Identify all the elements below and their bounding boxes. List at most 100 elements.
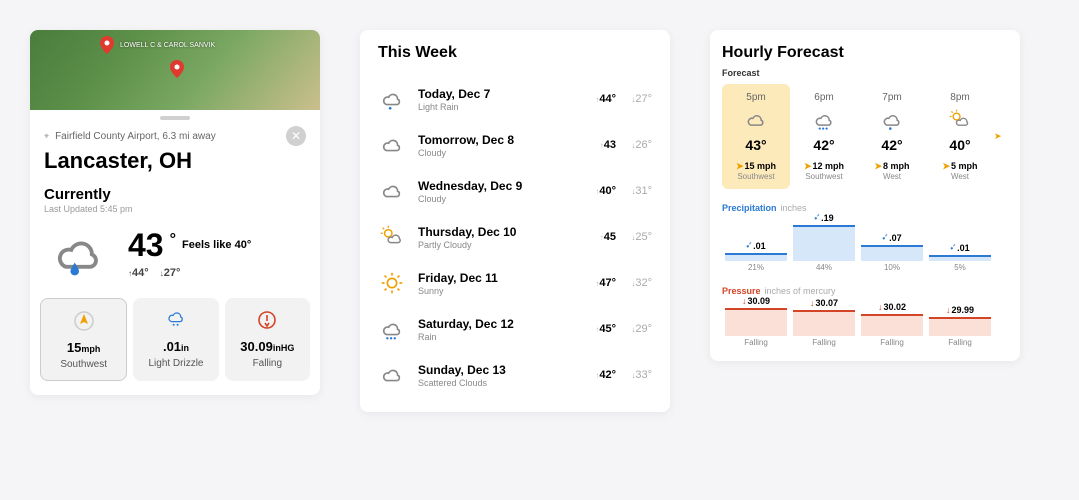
close-button[interactable]: ✕ (286, 126, 306, 146)
precip-pct: 5% (926, 263, 994, 272)
current-temp: 43 (128, 229, 164, 261)
last-updated: Last Updated 5:45 pm (30, 203, 320, 224)
precip-pct: 44% (790, 263, 858, 272)
day-row[interactable]: Today, Dec 7 Light Rain ↑44° ↓27° (378, 76, 652, 122)
sunny-icon (378, 270, 406, 296)
cloudy-icon (724, 107, 788, 133)
day-low: ↓26° (616, 139, 652, 151)
cloudy-icon (378, 178, 406, 204)
pressure-bar: ↓30.02 (858, 300, 926, 336)
pressure-label: Pressureinches of mercury (722, 286, 1008, 296)
day-low: ↓25° (616, 231, 652, 243)
partly-icon (378, 224, 406, 250)
rain-icon (378, 316, 406, 342)
week-heading: This Week (378, 44, 652, 62)
location-pin-icon: ⌖ (44, 131, 49, 142)
hourly-panel: Hourly Forecast Forecast 5pm 43° ➤15 mph… (710, 30, 1020, 361)
pressure-bar: ↓29.99 (926, 300, 994, 336)
stat-precip[interactable]: .01in Light Drizzle (133, 298, 218, 381)
rain-light-icon (378, 86, 406, 112)
precip-pct: 21% (722, 263, 790, 272)
precip-bar: •՛.19 (790, 217, 858, 261)
day-condition: Light Rain (418, 102, 580, 112)
day-name: Wednesday, Dec 9 (418, 179, 580, 193)
pressure-bar: ↓30.07 (790, 300, 858, 336)
map-pin-icon[interactable] (170, 60, 184, 78)
hour-column[interactable]: 5pm 43° ➤15 mph Southwest (722, 84, 790, 189)
hourly-heading: Hourly Forecast (722, 44, 1008, 62)
hour-wind-dir: West (928, 172, 992, 181)
day-high: ↑45 (580, 231, 616, 243)
day-condition: Scattered Clouds (418, 378, 580, 388)
hour-time: 5pm (724, 92, 788, 103)
pressure-bar: ↓30.09 (722, 300, 790, 336)
week-list: Today, Dec 7 Light Rain ↑44° ↓27° Tomorr… (378, 76, 652, 398)
hour-column[interactable]: 8pm 40° ➤5 mph West (926, 84, 994, 189)
day-name: Saturday, Dec 12 (418, 317, 580, 331)
rain-light-icon (860, 107, 924, 133)
pressure-trend: Falling (926, 338, 994, 347)
rain-icon (792, 107, 856, 133)
day-low: ↓31° (616, 185, 652, 197)
hour-wind-dir: Southwest (724, 172, 788, 181)
forecast-label: Forecast (722, 68, 1008, 78)
day-condition: Sunny (418, 286, 580, 296)
day-high: ↑43 (580, 139, 616, 151)
day-high: ↑47° (580, 277, 616, 289)
day-name: Thursday, Dec 10 (418, 225, 580, 239)
day-condition: Rain (418, 332, 580, 342)
day-row[interactable]: Wednesday, Dec 9 Cloudy ↑40° ↓31° (378, 168, 652, 214)
station-text: Fairfield County Airport, 6.3 mi away (55, 131, 280, 142)
hourly-columns[interactable]: 5pm 43° ➤15 mph Southwest 6pm 42° ➤12 mp… (722, 84, 1008, 189)
day-name: Friday, Dec 11 (418, 271, 580, 285)
day-condition: Cloudy (418, 148, 580, 158)
day-high: ↑40° (580, 185, 616, 197)
wind-arrow-icon (45, 309, 122, 333)
precip-pct: 10% (858, 263, 926, 272)
day-condition: Partly Cloudy (418, 240, 580, 250)
day-row[interactable]: Friday, Dec 11 Sunny ↑47° ↓32° (378, 260, 652, 306)
precip-bar: •՛.01 (722, 217, 790, 261)
day-low: ↓29° (616, 323, 652, 335)
pressure-trend: Falling (858, 338, 926, 347)
week-panel: This Week Today, Dec 7 Light Rain ↑44° ↓… (360, 30, 670, 412)
stat-pressure[interactable]: 30.09inHG Falling (225, 298, 310, 381)
more-arrow-icon[interactable]: ➤ (994, 84, 1008, 189)
map-preview[interactable]: LOWELL C & CAROL SANVIK (30, 30, 320, 110)
day-name: Tomorrow, Dec 8 (418, 133, 580, 147)
hour-temp: 42° (860, 137, 924, 153)
pressure-trend: Falling (722, 338, 790, 347)
day-row[interactable]: Saturday, Dec 12 Rain ↑45° ↓29° (378, 306, 652, 352)
day-row[interactable]: Thursday, Dec 10 Partly Cloudy ↑45 ↓25° (378, 214, 652, 260)
day-high: ↑45° (580, 323, 616, 335)
precip-bar: •՛.01 (926, 217, 994, 261)
feels-like: Feels like 40° (182, 239, 251, 251)
partly-icon (928, 107, 992, 133)
hi-lo-text: ↑44° ↓27° (128, 267, 251, 279)
day-name: Sunday, Dec 13 (418, 363, 580, 377)
day-row[interactable]: Sunday, Dec 13 Scattered Clouds ↑42° ↓33… (378, 352, 652, 398)
hour-temp: 42° (792, 137, 856, 153)
day-high: ↑44° (580, 93, 616, 105)
hour-column[interactable]: 6pm 42° ➤12 mph Southwest (790, 84, 858, 189)
day-row[interactable]: Tomorrow, Dec 8 Cloudy ↑43 ↓26° (378, 122, 652, 168)
hour-time: 8pm (928, 92, 992, 103)
day-low: ↓33° (616, 369, 652, 381)
stat-grid: 15mph Southwest .01in Light Drizzle 30.0… (30, 298, 320, 395)
map-poi-label: LOWELL C & CAROL SANVIK (120, 42, 215, 50)
stat-wind[interactable]: 15mph Southwest (40, 298, 127, 381)
precip-bar: •՛.07 (858, 217, 926, 261)
pressure-trend: Falling (790, 338, 858, 347)
day-high: ↑42° (580, 369, 616, 381)
map-pin-icon[interactable] (100, 36, 114, 54)
hour-time: 6pm (792, 92, 856, 103)
precip-pct-row: 21%44%10%5% (722, 263, 1008, 272)
day-condition: Cloudy (418, 194, 580, 204)
hour-wind: ➤12 mph (792, 161, 856, 172)
hour-wind: ➤15 mph (724, 161, 788, 172)
hour-column[interactable]: 7pm 42° ➤8 mph West (858, 84, 926, 189)
current-panel: LOWELL C & CAROL SANVIK ⌖ Fairfield Coun… (30, 30, 320, 395)
hour-wind: ➤5 mph (928, 161, 992, 172)
rain-cloud-icon (137, 308, 214, 332)
precip-chart: •՛.01 •՛.19 •՛.07 •՛.01 (722, 217, 1008, 261)
